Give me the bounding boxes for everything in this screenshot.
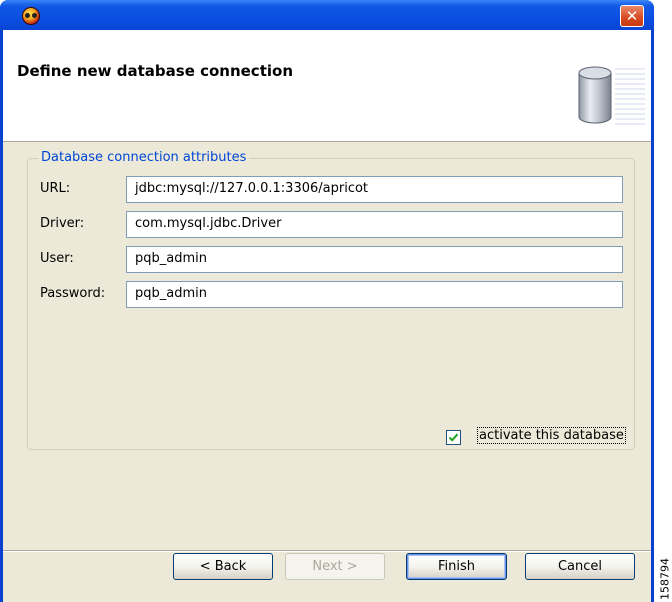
user-field[interactable]: pqb_admin <box>126 246 623 273</box>
close-icon: ✕ <box>625 7 639 25</box>
connection-attributes-group: Database connection attributes URL: jdbc… <box>27 150 635 450</box>
url-label: URL: <box>40 181 71 196</box>
activate-checkbox[interactable] <box>446 430 461 445</box>
title-bar[interactable]: ✕ <box>0 0 654 30</box>
close-button[interactable]: ✕ <box>620 5 644 27</box>
finish-button[interactable]: Finish <box>406 553 507 580</box>
header-decoration <box>615 65 645 125</box>
app-icon <box>22 7 40 25</box>
activate-checkbox-label[interactable]: activate this database <box>477 427 626 444</box>
driver-label: Driver: <box>40 216 85 231</box>
driver-field[interactable]: com.mysql.jdbc.Driver <box>126 211 623 238</box>
figure-number-text: 158794 <box>658 557 671 600</box>
dialog-window: ✕ Define new database connection Databas… <box>0 0 654 602</box>
database-cylinder-icon <box>578 66 612 124</box>
next-button[interactable]: Next > <box>285 553 385 580</box>
button-bar-separator <box>3 550 651 552</box>
password-field[interactable]: pqb_admin <box>126 281 623 308</box>
dialog-client-area: Define new database connection Database … <box>3 30 651 602</box>
back-button[interactable]: < Back <box>173 553 273 580</box>
wizard-header: Define new database connection <box>3 30 651 142</box>
user-label: User: <box>40 251 74 266</box>
cancel-button[interactable]: Cancel <box>525 553 635 580</box>
password-label: Password: <box>40 286 106 301</box>
page-title: Define new database connection <box>17 62 293 80</box>
group-legend: Database connection attributes <box>38 150 250 165</box>
url-field[interactable]: jdbc:mysql://127.0.0.1:3306/apricot <box>126 176 623 203</box>
checkmark-icon <box>448 433 459 442</box>
figure-number: 158794 <box>657 555 672 602</box>
